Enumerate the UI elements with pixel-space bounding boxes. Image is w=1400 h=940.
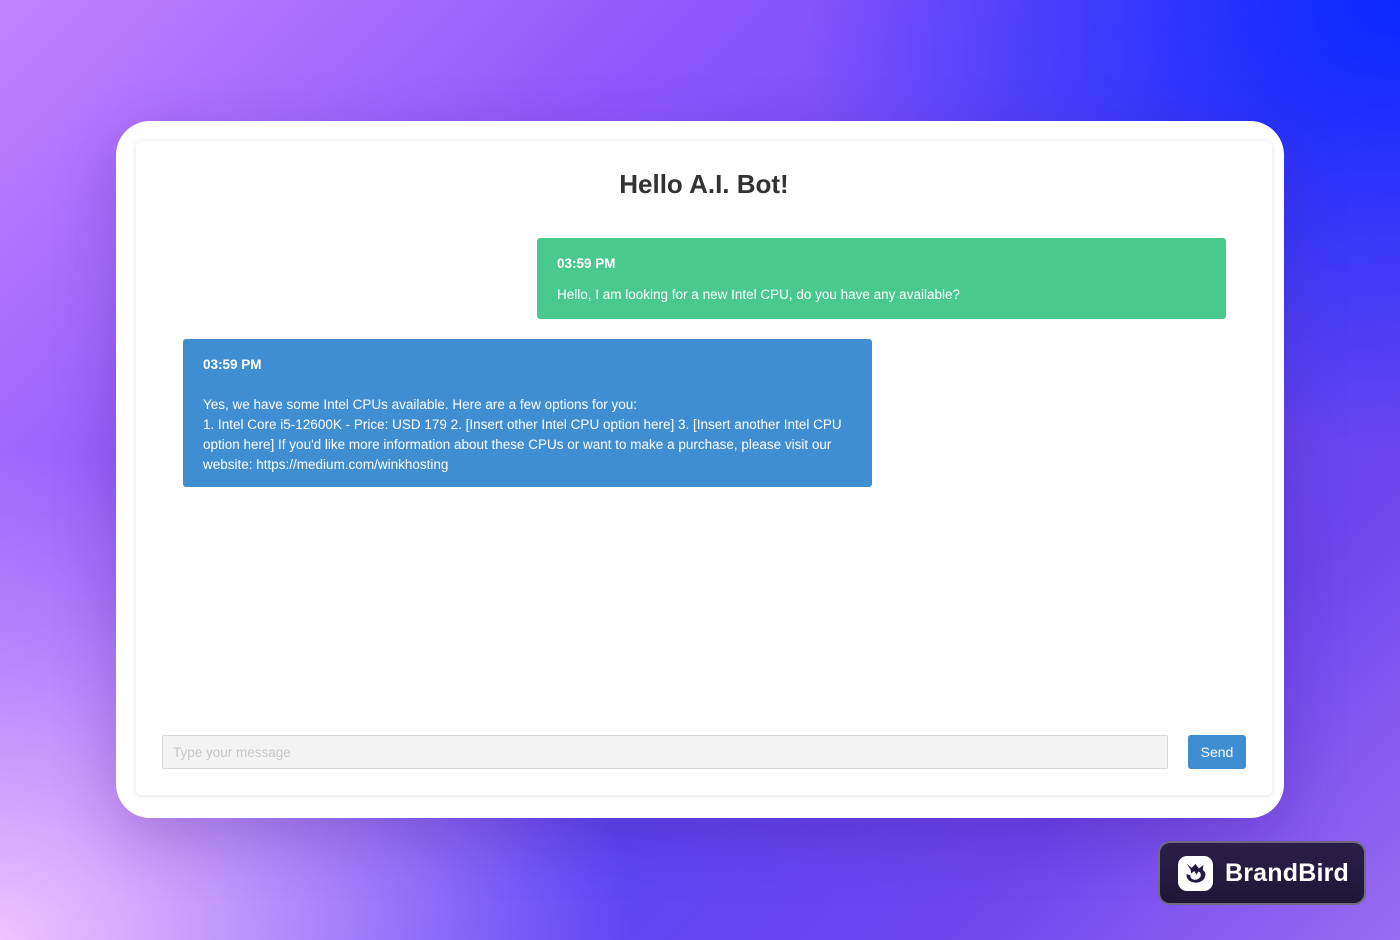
send-button[interactable]: Send xyxy=(1188,735,1246,769)
screenshot-frame: Hello A.I. Bot! 03:59 PM Hello, I am loo… xyxy=(116,121,1284,818)
chat-app: Hello A.I. Bot! 03:59 PM Hello, I am loo… xyxy=(136,141,1272,795)
message-text: Hello, I am looking for a new Intel CPU,… xyxy=(557,287,960,302)
message-timestamp: 03:59 PM xyxy=(557,256,616,271)
message-timestamp: 03:59 PM xyxy=(203,357,262,372)
bird-logo-icon xyxy=(1178,855,1213,891)
chat-message-bot: 03:59 PM Yes, we have some Intel CPUs av… xyxy=(183,339,872,487)
brand-name: BrandBird xyxy=(1225,858,1350,887)
message-text: Yes, we have some Intel CPUs available. … xyxy=(203,397,637,412)
page-title: Hello A.I. Bot! xyxy=(619,169,789,199)
chat-message-user: 03:59 PM Hello, I am looking for a new I… xyxy=(537,238,1226,319)
message-input[interactable] xyxy=(162,735,1168,769)
brand-badge: BrandBird xyxy=(1158,841,1366,905)
message-body: 1. Intel Core i5-12600K - Price: USD 179… xyxy=(203,417,842,472)
